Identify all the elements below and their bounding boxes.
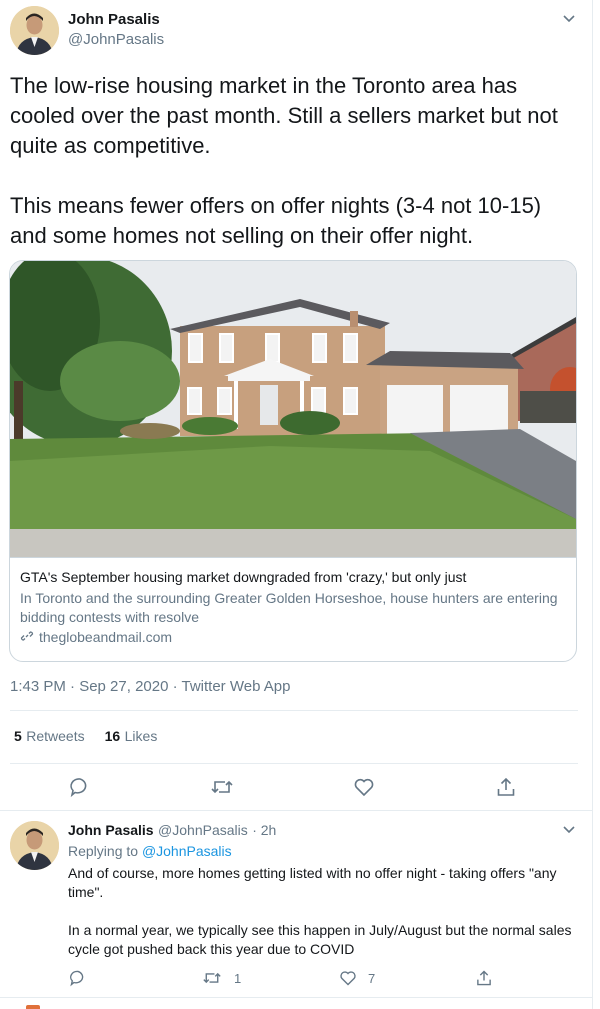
retweet-icon[interactable] [210, 775, 234, 799]
divider [10, 763, 578, 764]
more-options-icon[interactable] [560, 9, 580, 29]
card-description: In Toronto and the surrounding Greater G… [20, 590, 558, 625]
card-title: GTA's September housing market downgrade… [20, 569, 467, 585]
reply-share-icon[interactable] [472, 966, 496, 990]
likes-stat[interactable]: 16 Likes [105, 728, 158, 746]
retweets-count: 5 [14, 728, 22, 744]
avatar-image [10, 821, 59, 870]
divider [0, 997, 592, 998]
link-card[interactable]: GTA's September housing market downgrade… [9, 260, 577, 662]
card-image [10, 261, 576, 557]
reply-reply-icon[interactable] [66, 966, 90, 990]
next-tweet-avatar-edge [26, 1005, 40, 1009]
reply-icon[interactable] [68, 775, 92, 799]
reply-author-handle[interactable]: @JohnPasalis [158, 822, 248, 838]
likes-count: 16 [104, 728, 121, 744]
reply-like-count: 7 [368, 970, 376, 986]
reply-like-icon [336, 966, 360, 990]
reply-like-button[interactable]: 7 [336, 966, 375, 990]
avatar-image [10, 6, 59, 55]
divider [10, 710, 578, 711]
reply-retweet-button[interactable]: 1 [200, 966, 241, 990]
reply-text: And of course, more homes getting listed… [68, 865, 572, 957]
author-name[interactable]: John Pasalis [68, 11, 160, 28]
replying-to: Replying to @JohnPasalis [68, 843, 232, 859]
reply-header: John Pasalis @JohnPasalis · 2h [68, 822, 276, 840]
retweets-stat[interactable]: 5 Retweets [14, 728, 85, 746]
reply-avatar[interactable] [10, 821, 59, 870]
tweet-text: The low-rise housing market in the Toron… [10, 73, 558, 248]
share-icon[interactable] [494, 775, 518, 799]
tweet-timestamp[interactable]: 1:43 PM · Sep 27, 2020 · Twitter Web App [10, 678, 290, 695]
like-icon[interactable] [352, 775, 376, 799]
reply-author-name[interactable]: John Pasalis [68, 822, 154, 838]
reply-more-options-icon[interactable] [560, 820, 580, 840]
reply-retweet-count: 1 [234, 970, 242, 986]
reply-retweet-icon [200, 966, 224, 990]
author-handle[interactable]: @JohnPasalis [68, 31, 164, 48]
replying-to-prefix: Replying to [68, 843, 139, 859]
card-domain: theglobeandmail.com [39, 629, 173, 645]
divider [0, 810, 592, 811]
reply-time[interactable]: · 2h [252, 822, 276, 838]
avatar[interactable] [10, 6, 59, 55]
column-border [592, 0, 593, 1009]
likes-label: Likes [124, 728, 158, 744]
replying-to-handle[interactable]: @JohnPasalis [142, 843, 232, 859]
retweets-label: Retweets [26, 728, 85, 744]
link-icon [20, 629, 36, 645]
